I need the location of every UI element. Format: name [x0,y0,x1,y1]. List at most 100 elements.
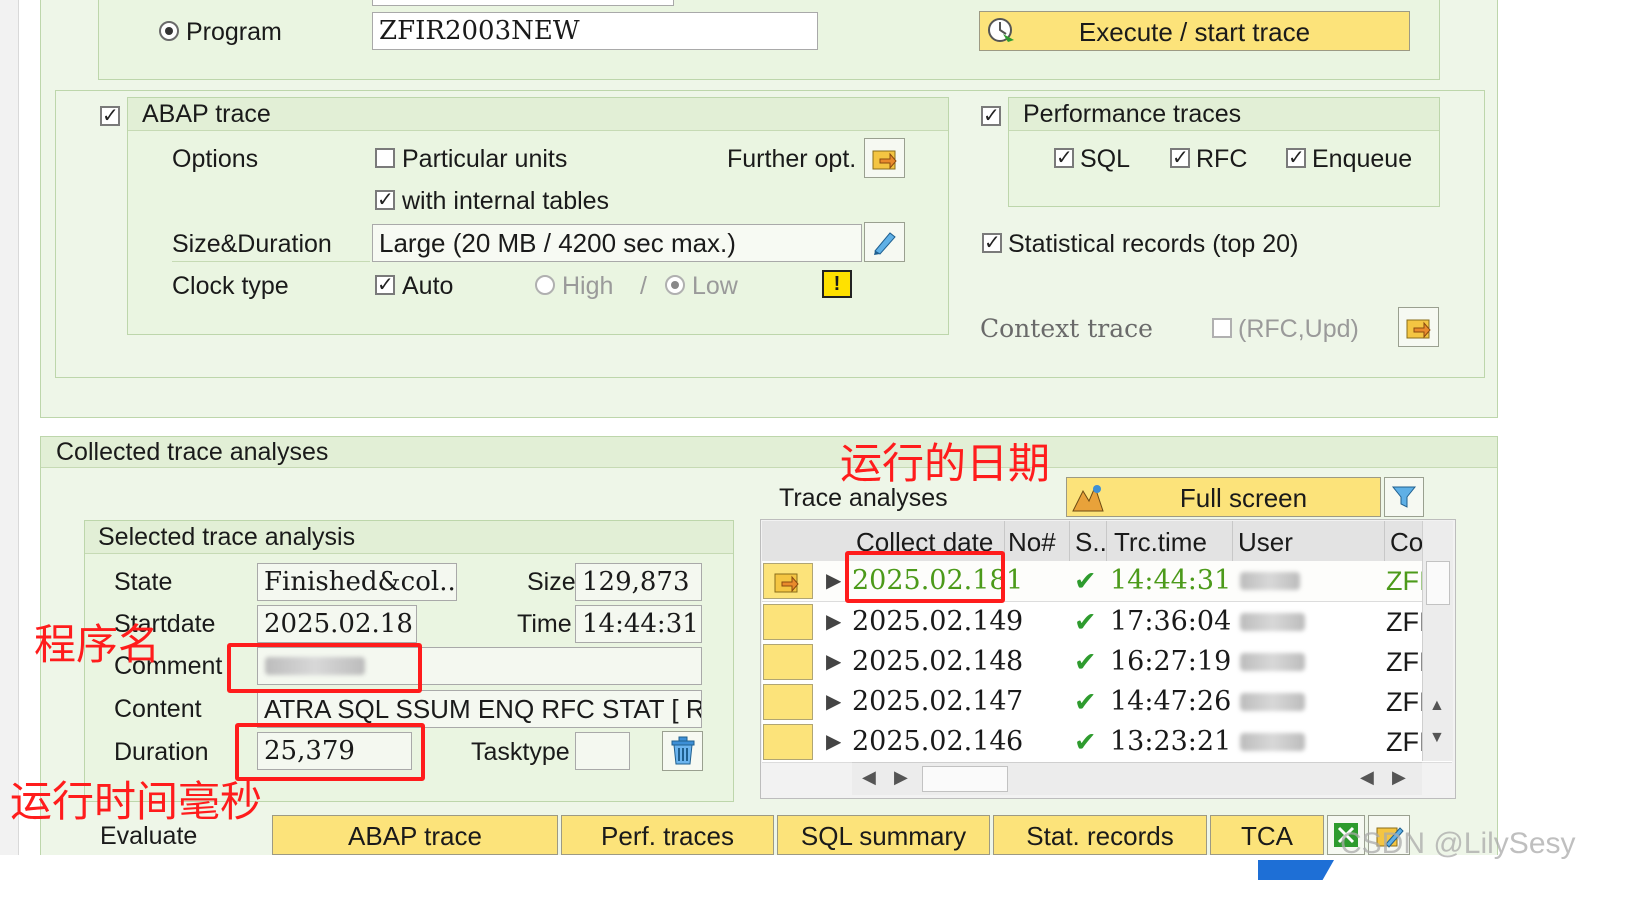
row-selector[interactable] [763,604,813,640]
size-duration-value-help[interactable] [864,222,905,262]
execute-icon [986,16,1016,46]
eval-perf-traces-button[interactable]: Perf. traces [561,815,774,855]
scroll-up-icon[interactable]: ▲ [1429,697,1445,715]
row-selector[interactable] [763,644,813,680]
particular-units-label: Particular units [402,145,568,173]
bottom-edge [0,855,1629,905]
horizontal-scrollbar[interactable]: ◀ ▶ ◀ ▶ [852,762,1422,795]
expand-arrow-icon[interactable]: ▶ [826,722,841,762]
row-selector[interactable] [763,724,813,760]
delete-button[interactable] [662,731,703,771]
row-no: 8 [1006,646,1024,677]
eval-tca-button[interactable]: TCA [1210,815,1324,855]
row-selector[interactable] [763,563,813,599]
row-time: 17:36:04 [1110,606,1232,637]
context-trace-button[interactable] [1398,307,1439,347]
edit-pencil-icon [873,232,896,255]
table-row[interactable]: ▶ 2025.02.14 8 ✔ 16:27:19 ZFI [762,642,1452,683]
eval-stat-records-button[interactable]: Stat. records [993,815,1207,855]
auto-checkbox[interactable]: ✓ [375,275,395,295]
row-user-redacted [1240,693,1305,711]
further-opt-button[interactable] [864,138,905,178]
expand-arrow-icon[interactable]: ▶ [826,602,841,642]
size-duration-select[interactable]: Large (20 MB / 4200 sec max.) [372,224,862,262]
row-code: ZFI [1386,687,1427,717]
program-label: Program [186,18,282,46]
filter-icon [1391,486,1417,508]
header-trc-time[interactable]: Trc.time [1114,527,1207,557]
row-date: 2025.02.14 [852,726,1007,757]
header-divider [1069,521,1070,561]
state-label: State [114,568,173,596]
header-user[interactable]: User [1238,527,1293,557]
sql-label: SQL [1080,145,1131,173]
selected-trace-title: Selected trace analysis [98,523,356,551]
scroll-left-icon[interactable]: ◀ [862,767,876,788]
header-status[interactable]: S.. [1075,527,1107,557]
full-screen-icon [1071,481,1105,516]
rfc-checkbox[interactable]: ✓ [1170,148,1190,168]
program-input[interactable]: ZFIR2003NEW [372,12,818,50]
vertical-scrollbar[interactable]: ▲ ▼ [1422,521,1453,761]
expand-arrow-icon[interactable]: ▶ [826,561,841,601]
scroll-right-icon[interactable]: ▶ [1392,767,1406,788]
h-scroll-thumb[interactable] [922,766,1008,792]
row-date: 2025.02.14 [852,646,1007,677]
options-label: Options [172,145,259,173]
table-row[interactable]: ▶ 2025.02.14 6 ✔ 13:23:21 ZFI [762,722,1452,763]
eval-sql-summary-button[interactable]: SQL summary [777,815,990,855]
performance-traces-checkbox[interactable]: ✓ [981,106,1001,126]
duration-label: Duration [114,738,209,766]
context-trace-checkbox[interactable] [1212,318,1232,338]
left-scroll-edge [0,0,19,855]
header-no[interactable]: No# [1008,527,1056,557]
program-radio[interactable] [159,21,179,41]
table-row[interactable]: ▶ 2025.02.14 7 ✔ 14:47:26 ZFI [762,682,1452,723]
highlight-duration [235,723,425,781]
header-code[interactable]: Co [1390,527,1423,557]
row-code: ZFI [1386,566,1427,596]
full-screen-button[interactable]: Full screen [1066,477,1381,517]
warning-icon[interactable]: ! [822,270,852,298]
watermark: CSDN @LilySesy [1340,827,1576,860]
low-label: Low [692,272,738,300]
statistical-records-checkbox[interactable]: ✓ [982,233,1002,253]
eval-abap-trace-button[interactable]: ABAP trace [272,815,558,855]
row-no: 9 [1006,606,1024,637]
annotation-run-date: 运行的日期 [840,439,1051,488]
row-time: 14:44:31 [1110,565,1232,596]
row-user-redacted [1240,572,1300,590]
expand-arrow-icon[interactable]: ▶ [826,682,841,722]
expand-arrow-icon[interactable]: ▶ [826,642,841,682]
enqueue-checkbox[interactable]: ✓ [1286,148,1306,168]
further-opt-label: Further opt. [727,145,857,173]
filter-button[interactable] [1384,477,1424,517]
abap-trace-checkbox[interactable]: ✓ [100,106,120,126]
row-time: 16:27:19 [1110,646,1232,677]
tasktype-field [575,732,630,770]
size-field: 129,873 [575,563,702,601]
high-radio[interactable] [535,275,555,295]
table-row[interactable]: ▶ 2025.02.14 9 ✔ 17:36:04 ZFI [762,602,1452,643]
header-divider [1384,521,1385,561]
row-user-redacted [1240,653,1305,671]
size-label: Size [527,568,576,596]
scroll-left-icon[interactable]: ◀ [1360,767,1374,788]
scroll-right-icon[interactable]: ▶ [894,767,908,788]
scroll-down-icon[interactable]: ▼ [1429,729,1445,747]
statistical-records-label: Statistical records (top 20) [1008,230,1299,258]
particular-units-checkbox[interactable] [375,148,395,168]
size-duration-underline [172,261,370,262]
row-selector[interactable] [763,684,813,720]
abap-trace-title: ABAP trace [142,100,271,128]
low-radio[interactable] [665,275,685,295]
time-label: Time [517,610,572,638]
row-code: ZFI [1386,607,1427,637]
execute-button[interactable]: Execute / start trace [979,11,1410,51]
internal-tables-label: with internal tables [402,187,610,215]
sql-checkbox[interactable]: ✓ [1054,148,1074,168]
collected-title: Collected trace analyses [56,438,329,466]
scroll-thumb[interactable] [1426,561,1450,605]
header-divider [1232,521,1233,561]
internal-tables-checkbox[interactable]: ✓ [375,190,395,210]
